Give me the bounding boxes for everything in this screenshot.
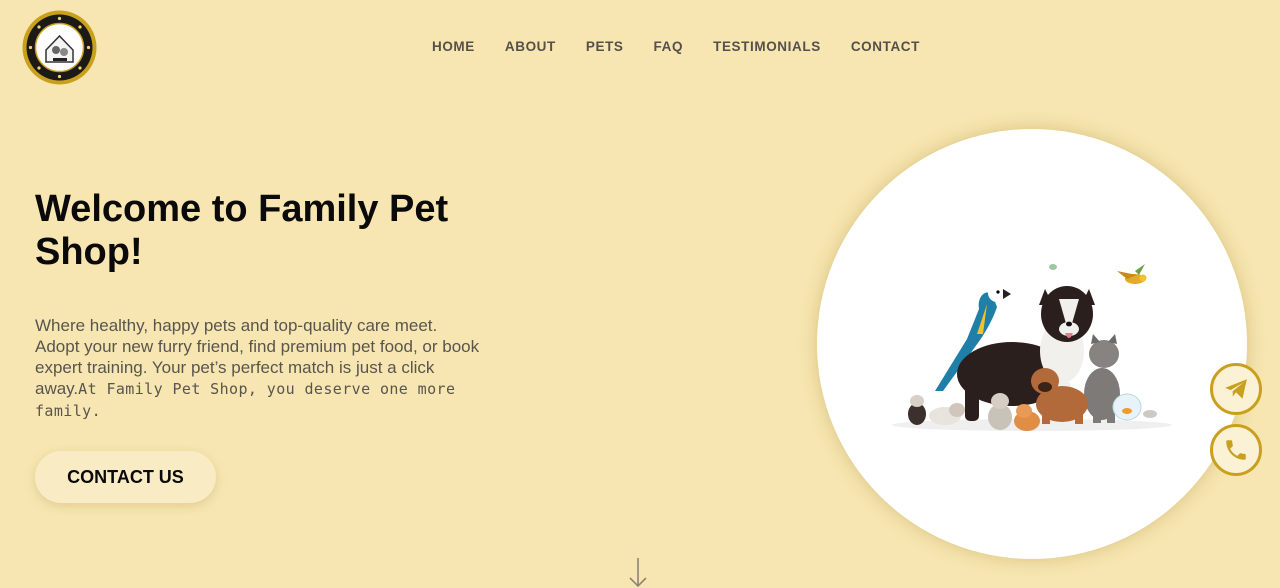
budgie-icon bbox=[1049, 264, 1057, 270]
fishbowl-icon bbox=[1112, 393, 1142, 421]
hero-description-mono: At Family Pet Shop, you deserve one more… bbox=[35, 380, 456, 420]
telegram-button[interactable] bbox=[1210, 363, 1262, 415]
nav-contact[interactable]: CONTACT bbox=[851, 39, 920, 54]
mouse-icon bbox=[1143, 410, 1157, 418]
nav-pets[interactable]: PETS bbox=[586, 39, 624, 54]
telegram-icon bbox=[1225, 379, 1247, 399]
page: HOME ABOUT PETS FAQ TESTIMONIALS CONTACT… bbox=[0, 0, 1280, 588]
contact-us-button[interactable]: CONTACT US bbox=[35, 451, 216, 503]
nav-faq[interactable]: FAQ bbox=[654, 39, 684, 54]
bird-icon bbox=[1117, 264, 1147, 284]
pets-group-image bbox=[892, 264, 1172, 431]
nav-testimonials[interactable]: TESTIMONIALS bbox=[713, 39, 821, 54]
main-nav: HOME ABOUT PETS FAQ TESTIMONIALS CONTACT bbox=[0, 39, 1280, 54]
hero-title: Welcome to Family Pet Shop! bbox=[35, 188, 449, 273]
phone-button[interactable] bbox=[1210, 424, 1262, 476]
phone-icon bbox=[1226, 440, 1246, 460]
hero-description: Where healthy, happy pets and top-qualit… bbox=[35, 315, 483, 422]
arrow-down-icon[interactable] bbox=[625, 556, 651, 588]
nav-about[interactable]: ABOUT bbox=[505, 39, 556, 54]
nav-home[interactable]: HOME bbox=[432, 39, 475, 54]
hero-image-frame bbox=[817, 129, 1247, 559]
ferret-icon bbox=[908, 395, 965, 425]
